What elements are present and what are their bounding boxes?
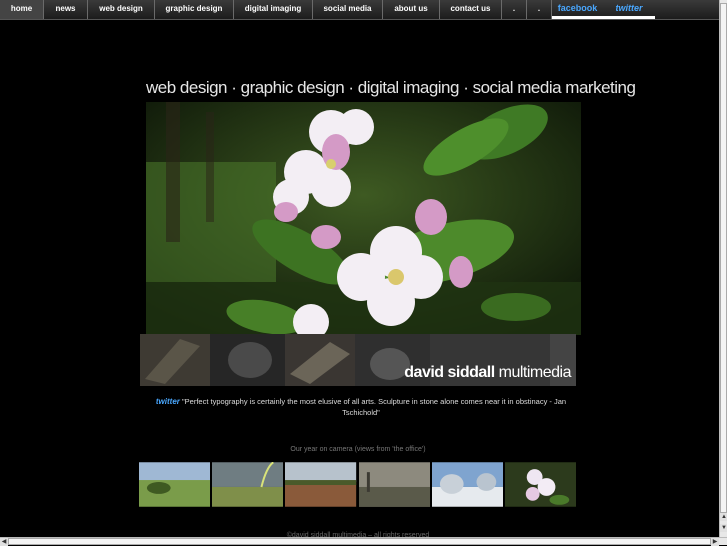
apple-blossom-hero-image (146, 102, 581, 335)
nav-dot-2[interactable]: . (527, 0, 552, 19)
brand-name-bold: david siddall (404, 364, 495, 381)
vertical-scroll-thumb[interactable] (720, 3, 727, 513)
twitter-link[interactable]: twitter (603, 0, 655, 19)
nav-web-design[interactable]: web design (88, 0, 155, 19)
twitter-quote: twitter "Perfect typography is certainly… (143, 396, 579, 418)
nav-news[interactable]: news (44, 0, 88, 19)
brand-name-light: multimedia (498, 364, 572, 381)
nav-contact-us[interactable]: contact us (440, 0, 502, 19)
gallery-thumb-fields[interactable] (139, 462, 211, 507)
photo-gallery (139, 462, 577, 507)
top-navigation: home news web design graphic design digi… (0, 0, 719, 20)
nav-social-media[interactable]: social media (313, 0, 383, 19)
nav-about-us[interactable]: about us (383, 0, 440, 19)
gallery-thumb-blossom[interactable] (504, 462, 577, 507)
gallery-thumb-snow-scene[interactable] (431, 462, 503, 507)
horizontal-scroll-thumb[interactable] (8, 538, 711, 545)
nav-graphic-design[interactable]: graphic design (155, 0, 234, 19)
scroll-up-arrow-icon[interactable]: ▲ (720, 513, 727, 521)
brand-banner: david siddall multimedia (140, 334, 576, 386)
twitter-logo-icon[interactable]: twitter (156, 397, 180, 406)
vertical-scrollbar[interactable]: ▲ ▼ (719, 0, 727, 537)
nav-home[interactable]: home (0, 0, 44, 19)
services-tagline: web design · graphic design · digital im… (146, 78, 636, 97)
gallery-thumb-misty-morning[interactable] (358, 462, 430, 507)
nav-dot-1[interactable]: . (502, 0, 527, 19)
gallery-thumb-rainbow[interactable] (212, 462, 284, 507)
gallery-thumb-ploughed-field[interactable] (285, 462, 357, 507)
scroll-down-arrow-icon[interactable]: ▼ (720, 524, 727, 532)
gallery-caption: Our year on camera (views from 'the offi… (290, 446, 426, 453)
quote-text: "Perfect typography is certainly the mos… (181, 397, 567, 417)
brand-name: david siddall multimedia (404, 364, 571, 382)
nav-digital-imaging[interactable]: digital imaging (234, 0, 313, 19)
horizontal-scrollbar[interactable]: ◀ ▶ (0, 537, 727, 546)
facebook-link[interactable]: facebook (552, 0, 603, 19)
